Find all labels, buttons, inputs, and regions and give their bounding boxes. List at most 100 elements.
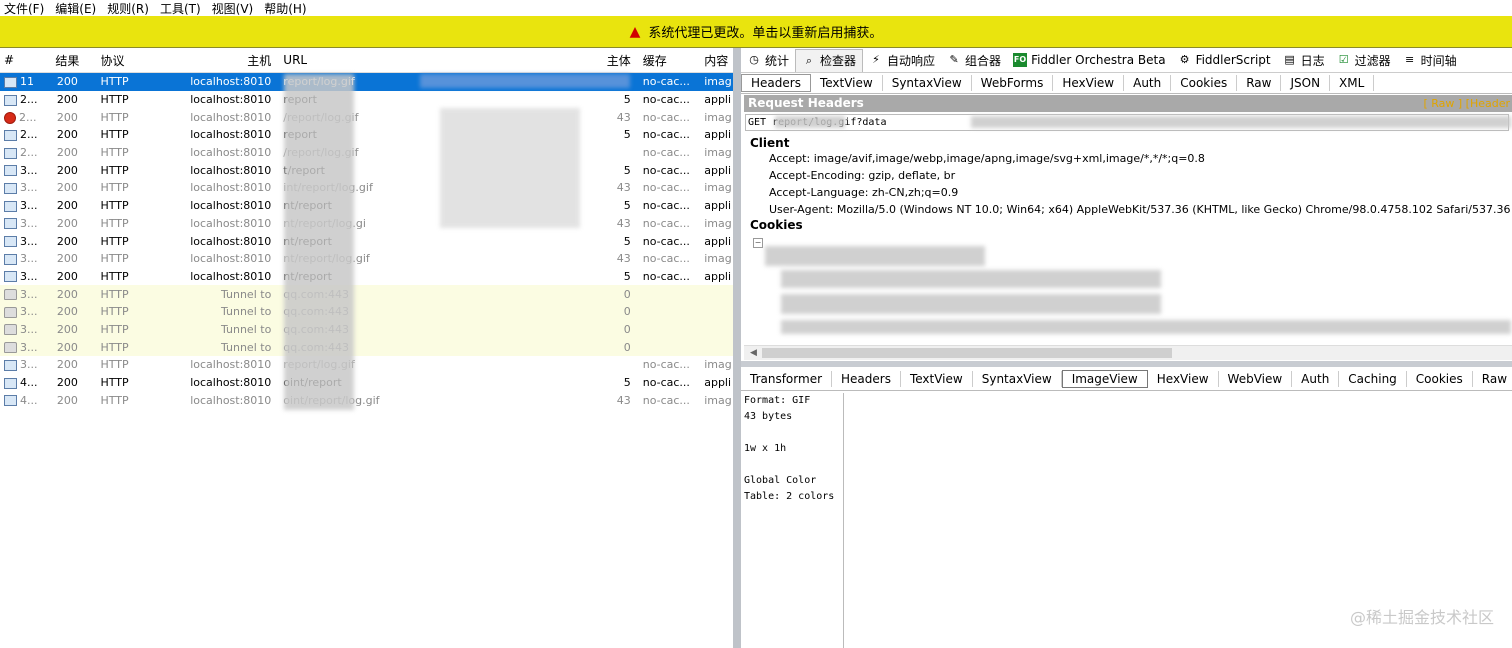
response-tab[interactable]: SyntaxView bbox=[973, 371, 1062, 387]
tab-log[interactable]: ▤ 日志 bbox=[1277, 49, 1331, 71]
request-tab[interactable]: Headers bbox=[741, 74, 811, 92]
image-info: Format: GIF 43 bytes 1w x 1h Global Color Ta… bbox=[744, 393, 844, 648]
redaction-blur bbox=[765, 246, 985, 266]
session-row[interactable]: 2...200HTTPlocalhost:8010/report/log.gif… bbox=[0, 108, 733, 126]
session-row[interactable]: 3...200HTTPlocalhost:8010report/log.gifn… bbox=[0, 356, 733, 374]
response-tab[interactable]: TextView bbox=[901, 371, 973, 387]
response-tab[interactable]: Transformer bbox=[741, 371, 833, 387]
session-row[interactable]: 3...200HTTPlocalhost:8010nt/report/log.g… bbox=[0, 215, 733, 233]
menu-item[interactable]: 视图(V) bbox=[208, 0, 261, 17]
session-row[interactable]: 4...200HTTPlocalhost:8010oint/report/log… bbox=[0, 391, 733, 409]
vertical-splitter[interactable] bbox=[733, 48, 741, 648]
header-line: Accept-Language: zh-CN,zh;q=0.9 bbox=[769, 186, 959, 199]
response-tab[interactable]: Cookies bbox=[1407, 371, 1473, 387]
raw-header-links[interactable]: [ Raw ] [Header bbox=[1423, 95, 1510, 112]
menu-item[interactable]: 编辑(E) bbox=[51, 0, 103, 17]
session-content-type: imag bbox=[704, 181, 732, 195]
request-tab[interactable]: WebForms bbox=[972, 75, 1054, 91]
request-tab[interactable]: SyntaxView bbox=[883, 75, 972, 91]
response-tab[interactable]: Raw bbox=[1473, 371, 1512, 387]
session-num: 3... bbox=[20, 181, 38, 195]
col-body[interactable]: 主体 bbox=[581, 52, 637, 69]
col-url[interactable]: URL bbox=[277, 53, 581, 67]
response-tab[interactable]: Headers bbox=[832, 371, 901, 387]
col-caching[interactable]: 缓存 bbox=[637, 52, 703, 69]
session-row[interactable]: 3...200HTTPlocalhost:8010nt/report/log.g… bbox=[0, 250, 733, 268]
horizontal-splitter[interactable] bbox=[741, 361, 1512, 367]
request-tab[interactable]: Cookies bbox=[1171, 75, 1238, 91]
session-protocol: HTTP bbox=[100, 358, 129, 372]
col-content-type[interactable]: 内容 bbox=[702, 52, 733, 69]
response-tab[interactable]: WebView bbox=[1219, 371, 1293, 387]
session-result: 200 bbox=[56, 75, 78, 89]
tab-inspect[interactable]: ⌕ 检查器 bbox=[795, 48, 864, 72]
request-tab[interactable]: XML bbox=[1330, 75, 1375, 91]
tab-lightning[interactable]: ⚡ 自动响应 bbox=[863, 49, 941, 71]
request-tab[interactable]: TextView bbox=[811, 75, 883, 91]
scroll-thumb[interactable] bbox=[762, 348, 1172, 358]
collapse-icon[interactable]: − bbox=[753, 238, 763, 248]
tab-script[interactable]: ⚙ FiddlerScript bbox=[1172, 49, 1277, 71]
session-row[interactable]: 4...200HTTPlocalhost:8010oint/report5no-… bbox=[0, 374, 733, 392]
inspector-tabs: ◷ 统计 ⌕ 检查器 ⚡ 自动响应 ✎ 组合器 FO Fiddler Orchestra Beta… bbox=[741, 48, 1512, 73]
session-protocol: HTTP bbox=[100, 75, 129, 89]
response-tab[interactable]: HexView bbox=[1148, 371, 1219, 387]
request-tab[interactable]: Auth bbox=[1124, 75, 1172, 91]
image-icon bbox=[4, 359, 17, 371]
session-list[interactable]: # 结果 协议 主机 URL 主体 缓存 内容 11 200 HTTP localho… bbox=[0, 48, 733, 648]
session-result: 200 bbox=[56, 358, 78, 372]
scroll-left-icon[interactable]: ◀ bbox=[750, 346, 757, 360]
col-protocol[interactable]: 协议 bbox=[88, 52, 158, 69]
response-arrow-icon bbox=[4, 94, 17, 106]
session-row[interactable]: 3...200HTTPlocalhost:8010nt/report5no-ca… bbox=[0, 197, 733, 215]
request-tab[interactable]: JSON bbox=[1281, 75, 1331, 91]
session-num: 2... bbox=[19, 110, 37, 124]
session-protocol: HTTP bbox=[100, 393, 129, 407]
session-host: Tunnel to bbox=[220, 340, 272, 354]
session-caching: no-cac... bbox=[642, 93, 690, 107]
inspect-icon: ⌕ bbox=[805, 53, 813, 67]
session-row[interactable]: 2...200HTTPlocalhost:8010/report/log.gif… bbox=[0, 144, 733, 162]
tab-stopwatch[interactable]: ◷ 统计 bbox=[741, 49, 795, 71]
tab-fo[interactable]: FO Fiddler Orchestra Beta bbox=[1007, 49, 1172, 71]
session-row[interactable]: 3...200HTTPlocalhost:8010t/report5no-cac… bbox=[0, 161, 733, 179]
response-tab[interactable]: ImageView bbox=[1061, 370, 1148, 388]
response-tab[interactable]: Caching bbox=[1339, 371, 1407, 387]
tab-compose[interactable]: ✎ 组合器 bbox=[941, 49, 1007, 71]
response-tab[interactable]: Auth bbox=[1292, 371, 1340, 387]
menu-item[interactable]: 帮助(H) bbox=[260, 0, 313, 17]
image-info-line: Global Color bbox=[744, 475, 817, 486]
session-row[interactable]: 3...200HTTPTunnel toqq.com:4430 bbox=[0, 338, 733, 356]
session-caching: no-cac... bbox=[642, 216, 690, 230]
request-tab[interactable]: Raw bbox=[1237, 75, 1282, 91]
col-host[interactable]: 主机 bbox=[158, 52, 277, 69]
session-row[interactable]: 3...200HTTPTunnel toqq.com:4430 bbox=[0, 320, 733, 339]
request-tab[interactable]: HexView bbox=[1053, 75, 1125, 91]
session-num: 3... bbox=[20, 269, 38, 283]
tab-timeline[interactable]: ≡ 时间轴 bbox=[1397, 49, 1463, 71]
proxy-changed-banner[interactable]: ▲ 系统代理已更改。单击以重新启用捕获。 bbox=[0, 16, 1512, 48]
session-host: localhost:8010 bbox=[190, 393, 272, 407]
tab-checkbox[interactable]: ☑ 过滤器 bbox=[1331, 49, 1397, 71]
session-row[interactable]: 3...200HTTPlocalhost:8010nt/report5no-ca… bbox=[0, 268, 733, 286]
col-result[interactable]: 结果 bbox=[46, 52, 88, 69]
col-num[interactable]: # bbox=[0, 53, 46, 67]
session-body: 5 bbox=[623, 199, 631, 213]
session-host: localhost:8010 bbox=[190, 163, 272, 177]
horizontal-scrollbar[interactable]: ◀ bbox=[744, 345, 1512, 360]
header-line: Accept-Encoding: gzip, deflate, br bbox=[769, 169, 956, 182]
session-row[interactable]: 3...200HTTPlocalhost:8010int/report/log.… bbox=[0, 179, 733, 197]
session-row[interactable]: 3...200HTTPlocalhost:8010nt/report5no-ca… bbox=[0, 232, 733, 250]
session-row[interactable]: 2...200HTTPlocalhost:8010report5no-cac..… bbox=[0, 126, 733, 144]
menu-item[interactable]: 文件(F) bbox=[0, 0, 51, 17]
menu-item[interactable]: 规则(R) bbox=[103, 0, 156, 17]
session-num: 3... bbox=[20, 305, 38, 319]
redaction-blur bbox=[284, 74, 354, 410]
session-row[interactable]: 2...200HTTPlocalhost:8010report5no-cac..… bbox=[0, 91, 733, 109]
session-row[interactable]: 3...200HTTPTunnel toqq.com:4430 bbox=[0, 302, 733, 321]
image-icon bbox=[4, 218, 17, 230]
menu-item[interactable]: 工具(T) bbox=[156, 0, 208, 17]
session-body: 5 bbox=[623, 93, 631, 107]
session-row[interactable]: 3...200HTTPTunnel toqq.com:4430 bbox=[0, 285, 733, 303]
session-host: localhost:8010 bbox=[190, 216, 272, 230]
